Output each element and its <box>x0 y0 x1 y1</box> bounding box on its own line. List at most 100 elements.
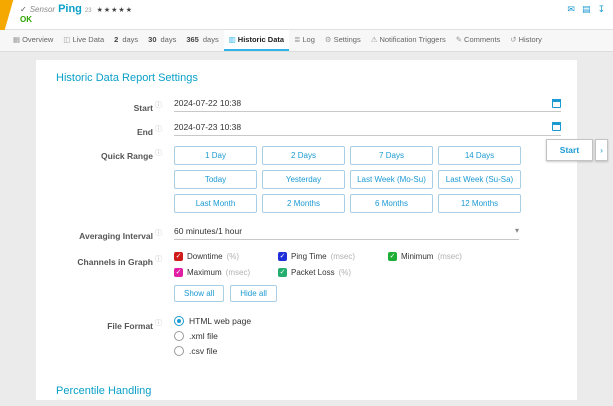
tab-30-days[interactable]: 30 days <box>143 30 181 51</box>
info-icon[interactable]: ⓘ <box>155 102 162 109</box>
mail-icon[interactable]: ✉ <box>567 4 575 15</box>
quick-range-button[interactable]: 12 Months <box>438 194 521 213</box>
channel-name: Packet Loss <box>291 268 335 277</box>
tab-live-data[interactable]: ◫ Live Data <box>58 30 109 51</box>
brand-accent-stripe <box>0 0 13 30</box>
log-icon: ≣ <box>294 35 300 44</box>
tab-label: days <box>203 35 219 44</box>
tab-comments[interactable]: ✎ Comments <box>451 30 506 51</box>
channel-item: ✓ Ping Time (msec) <box>278 252 388 261</box>
gear-icon: ⚙ <box>325 35 332 44</box>
info-icon[interactable]: ⓘ <box>155 150 162 157</box>
info-icon[interactable]: ⓘ <box>155 230 162 237</box>
start-button[interactable]: Start <box>546 139 593 161</box>
tab-label: Comments <box>464 35 500 44</box>
checkbox-packet-loss[interactable]: ✓ <box>278 268 287 277</box>
comment-icon: ✎ <box>456 35 462 44</box>
channel-unit: (%) <box>339 268 351 277</box>
tab-label: Log <box>302 35 315 44</box>
tab-365-days[interactable]: 365 days <box>181 30 223 51</box>
tab-history[interactable]: ↺ History <box>505 30 547 51</box>
end-row: Endⓘ 2024-07-23 10:38 <box>56 122 561 137</box>
tab-2-days[interactable]: 2 days <box>109 30 143 51</box>
priority-stars[interactable]: ★★★★★ <box>97 6 133 14</box>
calendar-icon[interactable] <box>552 99 561 108</box>
historic-data-panel: Historic Data Report Settings Startⓘ 202… <box>36 60 577 400</box>
start-datetime-value: 2024-07-22 10:38 <box>174 98 241 108</box>
quick-range-button[interactable]: 2 Days <box>262 146 345 165</box>
channel-name: Maximum <box>187 268 222 277</box>
radio-csv-file[interactable]: .csv file <box>174 346 561 356</box>
quick-range-button[interactable]: Last Month <box>174 194 257 213</box>
tab-historic-data[interactable]: ▥ Historic Data <box>224 30 289 51</box>
averaging-row: Averaging Intervalⓘ 60 minutes/1 hour ▾ <box>56 226 561 241</box>
tab-label: Historic Data <box>238 35 284 44</box>
channels-in-graph-label: Channels in Graph <box>77 257 153 267</box>
start-row: Startⓘ 2024-07-22 10:38 <box>56 98 561 113</box>
averaging-interval-value: 60 minutes/1 hour <box>174 226 242 236</box>
radio-xml-file[interactable]: .xml file <box>174 331 561 341</box>
end-datetime-field[interactable]: 2024-07-23 10:38 <box>174 122 561 136</box>
tab-label: Overview <box>22 35 53 44</box>
start-label: Start <box>134 103 153 113</box>
quick-range-button[interactable]: Last Week (Su-Sa) <box>438 170 521 189</box>
radio-button-icon <box>174 316 184 326</box>
hide-all-button[interactable]: Hide all <box>230 285 277 302</box>
quick-range-button[interactable]: 6 Months <box>350 194 433 213</box>
history-icon: ↺ <box>510 35 516 44</box>
quick-range-row: Quick Rangeⓘ 1 Day 2 Days 7 Days 14 Days… <box>56 146 561 213</box>
radio-label: .xml file <box>189 331 218 341</box>
calendar-icon[interactable] <box>552 122 561 131</box>
tab-bar: ▦ Overview ◫ Live Data 2 days 30 days 36… <box>0 30 613 52</box>
tab-log[interactable]: ≣ Log <box>289 30 320 51</box>
quick-range-button[interactable]: Last Week (Mo-Su) <box>350 170 433 189</box>
quick-range-button[interactable]: 2 Months <box>262 194 345 213</box>
radio-button-icon <box>174 331 184 341</box>
show-all-button[interactable]: Show all <box>174 285 224 302</box>
chevron-down-icon: ▾ <box>515 226 519 235</box>
channel-name: Minimum <box>401 252 433 261</box>
start-datetime-field[interactable]: 2024-07-22 10:38 <box>174 98 561 112</box>
tab-label-number: 2 <box>114 35 118 44</box>
tab-label: Live Data <box>72 35 104 44</box>
quick-range-button[interactable]: Yesterday <box>262 170 345 189</box>
tab-settings[interactable]: ⚙ Settings <box>320 30 366 51</box>
sensor-name[interactable]: Ping <box>58 3 82 15</box>
info-icon[interactable]: ⓘ <box>155 126 162 133</box>
channel-name: Ping Time <box>291 252 327 261</box>
checkbox-downtime[interactable]: ✓ <box>174 252 183 261</box>
channel-unit: (%) <box>227 252 239 261</box>
report-settings-heading: Historic Data Report Settings <box>56 72 561 84</box>
checkbox-maximum[interactable]: ✓ <box>174 268 183 277</box>
quick-range-button[interactable]: 1 Day <box>174 146 257 165</box>
start-expand-chevron[interactable]: › <box>595 139 608 161</box>
live-data-icon: ◫ <box>63 35 70 44</box>
sensor-id: 23 <box>85 8 92 14</box>
channel-item: ✓ Maximum (msec) <box>174 268 278 277</box>
object-type-label: Sensor <box>30 5 55 14</box>
tab-label: days <box>161 35 177 44</box>
file-format-label: File Format <box>107 321 153 331</box>
channel-item: ✓ Packet Loss (%) <box>278 268 388 277</box>
info-icon[interactable]: ⓘ <box>155 256 162 263</box>
quick-range-button[interactable]: 7 Days <box>350 146 433 165</box>
overview-icon: ▦ <box>13 35 20 44</box>
tab-overview[interactable]: ▦ Overview <box>8 30 58 51</box>
averaging-interval-select[interactable]: 60 minutes/1 hour ▾ <box>174 226 519 240</box>
prtg-window: ✓ Sensor Ping 23 ★★★★★ OK ✉ ▤ ↧ ▦ Overvi… <box>0 0 613 406</box>
channel-unit: (msec) <box>226 268 250 277</box>
download-icon[interactable]: ↧ <box>597 4 605 15</box>
quick-range-button[interactable]: Today <box>174 170 257 189</box>
averaging-interval-label: Averaging Interval <box>79 230 153 240</box>
quick-range-button[interactable]: 14 Days <box>438 146 521 165</box>
tab-notification-triggers[interactable]: ⚠ Notification Triggers <box>366 30 451 51</box>
channel-item: ✓ Downtime (%) <box>174 252 278 261</box>
checkbox-ping-time[interactable]: ✓ <box>278 252 287 261</box>
radio-html-web-page[interactable]: HTML web page <box>174 316 561 326</box>
quick-range-label: Quick Range <box>101 150 153 160</box>
report-icon[interactable]: ▤ <box>582 4 591 15</box>
percentile-handling-heading: Percentile Handling <box>56 385 561 397</box>
info-icon[interactable]: ⓘ <box>155 320 162 327</box>
channels-row: Channels in Graphⓘ ✓ Downtime (%) ✓ Ping… <box>56 252 561 302</box>
checkbox-minimum[interactable]: ✓ <box>388 252 397 261</box>
